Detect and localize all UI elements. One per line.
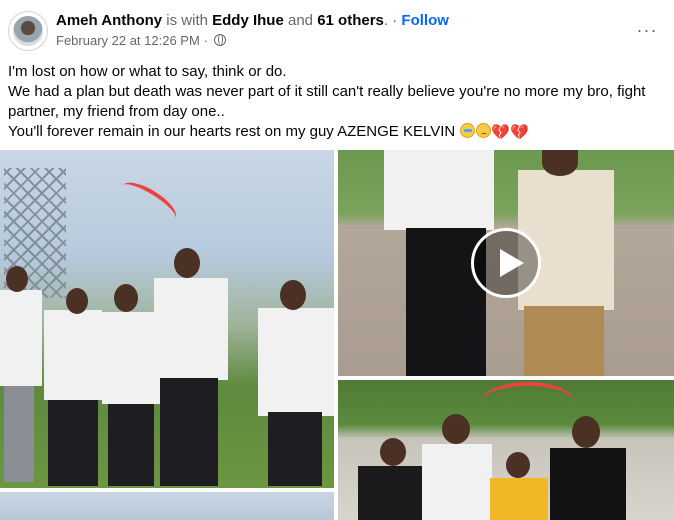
- person-shirt: [102, 312, 160, 404]
- red-marker-arc: [482, 382, 574, 422]
- post-line-3-text: You'll forever remain in our hearts rest…: [8, 123, 456, 140]
- tagged-person[interactable]: Eddy Ihue: [212, 12, 284, 29]
- person-pants: [4, 386, 34, 482]
- person-shirt: [384, 150, 494, 230]
- post-header: Ameh Anthony is with Eddy Ihue and 61 ot…: [0, 0, 674, 58]
- person-head: [442, 414, 470, 444]
- play-icon[interactable]: [471, 228, 541, 298]
- person-head: [174, 248, 200, 278]
- more-options-button[interactable]: ···: [632, 15, 662, 45]
- photo-group-tree[interactable]: [338, 380, 674, 520]
- post-title-line: Ameh Anthony is with Eddy Ihue and 61 ot…: [56, 11, 449, 31]
- person-shirt: [490, 478, 548, 520]
- and-text: and: [288, 12, 314, 29]
- with-text: is with: [166, 12, 208, 29]
- person-shirt: [44, 310, 102, 400]
- person-shirt: [154, 278, 228, 380]
- person-pants: [108, 404, 154, 486]
- post-line-1: I'm lost on how or what to say, think or…: [8, 63, 287, 80]
- globe-icon: [214, 34, 227, 46]
- post-timestamp[interactable]: February 22 at 12:26 PM: [56, 33, 200, 48]
- person-head: [6, 266, 28, 292]
- person-shirt: [258, 308, 334, 416]
- person-head: [542, 150, 578, 176]
- person-shirt: [422, 444, 492, 520]
- broken-heart-icon: 💔: [510, 124, 529, 141]
- tagged-others-link[interactable]: 61 others: [317, 12, 384, 29]
- crying-face-icon: [460, 123, 476, 138]
- avatar-photo: [13, 16, 43, 46]
- photo-partial[interactable]: [0, 492, 334, 520]
- person-head: [66, 288, 88, 314]
- person-head: [572, 416, 600, 448]
- author-name[interactable]: Ameh Anthony: [56, 12, 162, 29]
- person-shirt: [0, 290, 42, 386]
- author-avatar[interactable]: [8, 11, 48, 51]
- title-period: .: [383, 12, 389, 29]
- red-marker-arc: [116, 175, 182, 229]
- disappointed-face-icon: [476, 123, 492, 138]
- follow-button[interactable]: Follow: [401, 12, 449, 29]
- person-head: [380, 438, 406, 466]
- person-head: [506, 452, 530, 478]
- meta-separator: ·: [203, 33, 208, 48]
- person-shirt: [550, 448, 626, 520]
- person-head: [114, 284, 138, 312]
- post-line-2: We had a plan but death was never part o…: [8, 83, 646, 120]
- person-pants: [524, 306, 604, 376]
- broken-heart-icon: 💔: [491, 124, 511, 141]
- person-pants: [48, 400, 98, 486]
- photo-group-outdoor[interactable]: [0, 150, 334, 488]
- person-pants: [160, 378, 218, 486]
- person-pants: [268, 412, 322, 486]
- post-meta: February 22 at 12:26 PM ·: [56, 32, 227, 50]
- person-shirt: [358, 466, 422, 520]
- title-separator: ·: [392, 12, 398, 29]
- person-head: [280, 280, 306, 310]
- post-line-3: You'll forever remain in our hearts rest…: [8, 122, 668, 142]
- post-body: I'm lost on how or what to say, think or…: [8, 62, 668, 142]
